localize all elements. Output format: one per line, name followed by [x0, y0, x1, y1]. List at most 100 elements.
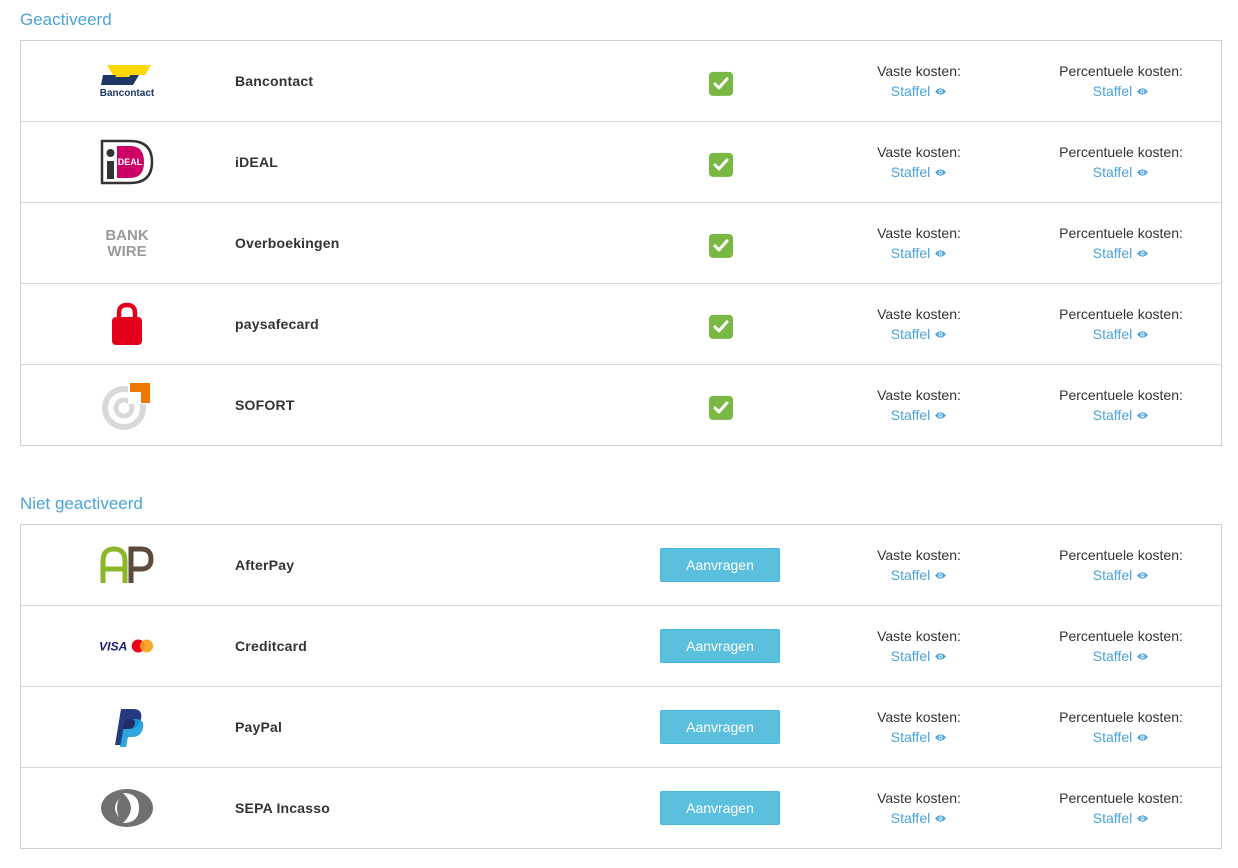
- payment-method-name: Creditcard: [235, 638, 308, 654]
- fixed-costs-staffel-link[interactable]: Staffel: [891, 646, 947, 666]
- activated-check-icon: [709, 233, 733, 258]
- percentage-costs: Percentuele kosten: Staffel: [1041, 545, 1201, 585]
- eye-icon: [935, 87, 947, 95]
- percentage-costs-staffel-link[interactable]: Staffel: [1093, 162, 1149, 182]
- payment-row-paysafecard: paysafecard Vaste kosten: Staffel Percen…: [21, 283, 1221, 364]
- eye-icon: [935, 168, 947, 176]
- percentage-costs-staffel-link[interactable]: Staffel: [1093, 243, 1149, 263]
- percentage-costs-label: Percentuele kosten:: [1059, 547, 1183, 563]
- percentage-costs-label: Percentuele kosten:: [1059, 63, 1183, 79]
- percentage-costs-staffel-link[interactable]: Staffel: [1093, 81, 1149, 101]
- svg-text:VISA: VISA: [99, 640, 127, 654]
- fixed-costs-label: Vaste kosten:: [877, 628, 961, 644]
- payment-method-name: AfterPay: [235, 557, 295, 573]
- payment-row-creditcard: VISA Creditcard Aanvragen Vaste kosten: …: [21, 605, 1221, 686]
- svg-text:BANK: BANK: [105, 227, 148, 244]
- activated-check-icon: [709, 314, 733, 339]
- eye-icon: [1137, 87, 1149, 95]
- payment-row-overboekingen: BANK WIRE Overboekingen Vaste kosten: St…: [21, 202, 1221, 283]
- eye-icon: [1137, 330, 1149, 338]
- percentage-costs: Percentuele kosten: Staffel: [1041, 626, 1201, 666]
- percentage-costs: Percentuele kosten: Staffel: [1041, 707, 1201, 747]
- percentage-costs-staffel-link[interactable]: Staffel: [1093, 565, 1149, 585]
- bancontact-logo: Bancontact: [99, 56, 155, 106]
- fixed-costs-label: Vaste kosten:: [877, 547, 961, 563]
- payment-method-name: PayPal: [235, 719, 283, 735]
- payment-method-name: SOFORT: [235, 397, 295, 413]
- percentage-costs: Percentuele kosten: Staffel: [1041, 385, 1201, 425]
- svg-text:DEAL: DEAL: [118, 157, 143, 167]
- percentage-costs-label: Percentuele kosten:: [1059, 709, 1183, 725]
- fixed-costs-staffel-link[interactable]: Staffel: [891, 324, 947, 344]
- fixed-costs-label: Vaste kosten:: [877, 306, 961, 322]
- percentage-costs-staffel-link[interactable]: Staffel: [1093, 727, 1149, 747]
- payment-row-ideal: DEAL iDEAL Vaste kosten: Staffel Percent…: [21, 121, 1221, 202]
- eye-icon: [1137, 733, 1149, 741]
- percentage-costs-label: Percentuele kosten:: [1059, 144, 1183, 160]
- paysafecard-logo: [99, 299, 155, 349]
- payment-method-name: iDEAL: [235, 154, 278, 170]
- eye-icon: [1137, 168, 1149, 176]
- eye-icon: [1137, 411, 1149, 419]
- sofort-logo: [99, 380, 155, 430]
- section-title-not-activated: Niet geactiveerd: [20, 494, 143, 513]
- bankwire-logo: BANK WIRE: [99, 218, 155, 268]
- fixed-costs-staffel-link[interactable]: Staffel: [891, 81, 947, 101]
- percentage-costs: Percentuele kosten: Staffel: [1041, 61, 1201, 101]
- fixed-costs-staffel-link[interactable]: Staffel: [891, 565, 947, 585]
- request-button-afterpay[interactable]: Aanvragen: [660, 548, 780, 582]
- percentage-costs-label: Percentuele kosten:: [1059, 387, 1183, 403]
- fixed-costs: Vaste kosten: Staffel: [859, 61, 979, 101]
- activated-methods-table: Bancontact Bancontact Vaste kosten: Staf…: [20, 40, 1222, 446]
- percentage-costs-staffel-link[interactable]: Staffel: [1093, 808, 1149, 828]
- payment-row-paypal: PayPal Aanvragen Vaste kosten: Staffel P…: [21, 686, 1221, 767]
- payment-row-sepa-incasso: SEPA Incasso Aanvragen Vaste kosten: Sta…: [21, 767, 1221, 848]
- svg-text:WIRE: WIRE: [107, 243, 146, 260]
- fixed-costs-label: Vaste kosten:: [877, 387, 961, 403]
- percentage-costs-staffel-link[interactable]: Staffel: [1093, 324, 1149, 344]
- sepa-logo: [99, 783, 155, 833]
- fixed-costs-label: Vaste kosten:: [877, 225, 961, 241]
- fixed-costs: Vaste kosten: Staffel: [859, 304, 979, 344]
- eye-icon: [935, 411, 947, 419]
- paypal-logo: [99, 702, 155, 752]
- request-button-paypal[interactable]: Aanvragen: [660, 710, 780, 744]
- fixed-costs: Vaste kosten: Staffel: [859, 707, 979, 747]
- eye-icon: [1137, 652, 1149, 660]
- fixed-costs: Vaste kosten: Staffel: [859, 626, 979, 666]
- fixed-costs-staffel-link[interactable]: Staffel: [891, 727, 947, 747]
- fixed-costs-label: Vaste kosten:: [877, 790, 961, 806]
- percentage-costs-label: Percentuele kosten:: [1059, 306, 1183, 322]
- percentage-costs: Percentuele kosten: Staffel: [1041, 788, 1201, 828]
- payment-row-afterpay: AfterPay Aanvragen Vaste kosten: Staffel…: [21, 525, 1221, 605]
- percentage-costs: Percentuele kosten: Staffel: [1041, 142, 1201, 182]
- fixed-costs-label: Vaste kosten:: [877, 63, 961, 79]
- percentage-costs-staffel-link[interactable]: Staffel: [1093, 405, 1149, 425]
- request-button-sepa-incasso[interactable]: Aanvragen: [660, 791, 780, 825]
- percentage-costs-label: Percentuele kosten:: [1059, 225, 1183, 241]
- payment-method-name: SEPA Incasso: [235, 800, 330, 816]
- fixed-costs: Vaste kosten: Staffel: [859, 223, 979, 263]
- eye-icon: [935, 733, 947, 741]
- afterpay-logo: [99, 540, 155, 590]
- visa-mastercard-logo: VISA: [99, 621, 155, 671]
- svg-text:Bancontact: Bancontact: [100, 88, 155, 99]
- not-activated-section: Niet geactiveerd AfterPay Aanvragen Vast…: [20, 493, 1222, 849]
- request-button-creditcard[interactable]: Aanvragen: [660, 629, 780, 663]
- fixed-costs-label: Vaste kosten:: [877, 144, 961, 160]
- fixed-costs-staffel-link[interactable]: Staffel: [891, 162, 947, 182]
- eye-icon: [935, 571, 947, 579]
- percentage-costs-staffel-link[interactable]: Staffel: [1093, 646, 1149, 666]
- percentage-costs: Percentuele kosten: Staffel: [1041, 223, 1201, 263]
- eye-icon: [935, 652, 947, 660]
- fixed-costs: Vaste kosten: Staffel: [859, 545, 979, 585]
- fixed-costs-staffel-link[interactable]: Staffel: [891, 243, 947, 263]
- section-title-activated: Geactiveerd: [20, 10, 112, 29]
- fixed-costs-staffel-link[interactable]: Staffel: [891, 405, 947, 425]
- activated-check-icon: [709, 71, 733, 96]
- payment-method-name: Bancontact: [235, 73, 314, 89]
- percentage-costs: Percentuele kosten: Staffel: [1041, 304, 1201, 344]
- fixed-costs-staffel-link[interactable]: Staffel: [891, 808, 947, 828]
- fixed-costs: Vaste kosten: Staffel: [859, 385, 979, 425]
- activated-check-icon: [709, 152, 733, 177]
